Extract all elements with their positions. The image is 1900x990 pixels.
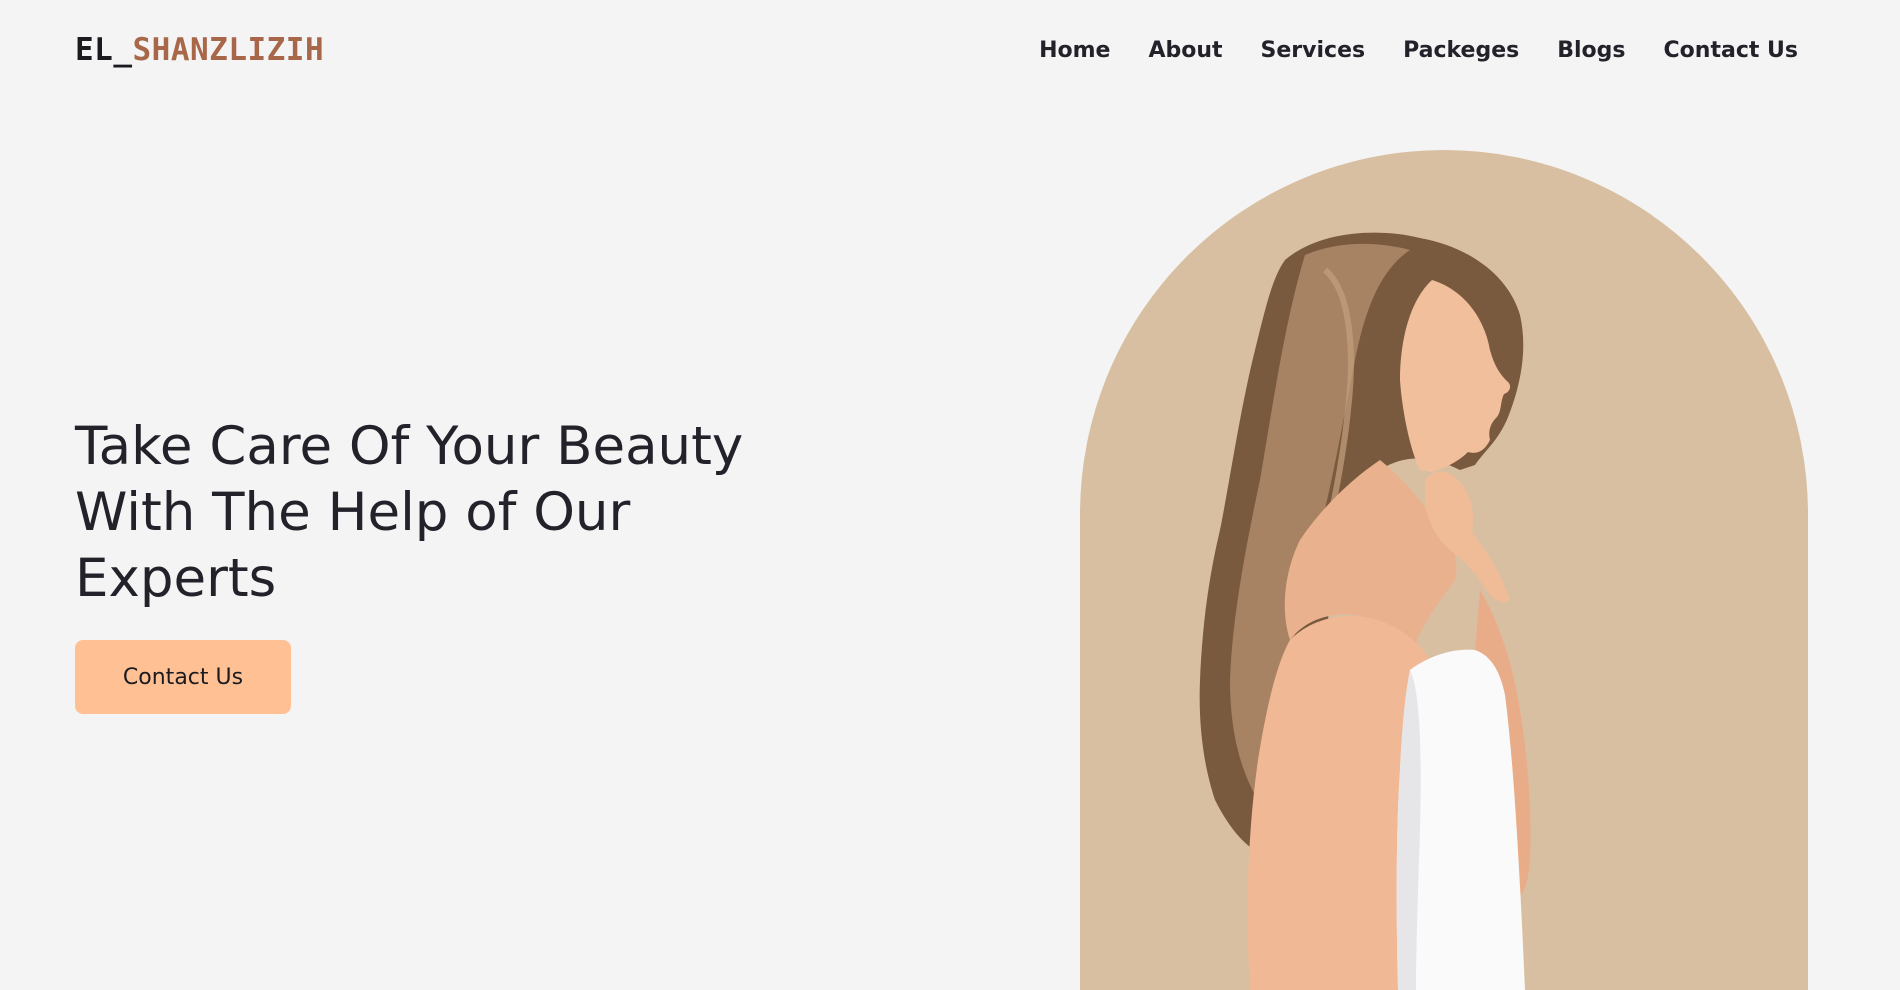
hero-title-line: Take Care Of Your Beauty [75, 416, 744, 477]
nav-blogs[interactable]: Blogs [1557, 34, 1625, 68]
nav-packages[interactable]: Packeges [1403, 34, 1519, 68]
hero-title: Take Care Of Your Beauty With The Help o… [75, 414, 795, 612]
nav-services[interactable]: Services [1261, 34, 1366, 68]
logo-prefix: EL_ [75, 32, 133, 68]
hero-title-line: With The Help of Our [75, 482, 631, 543]
contact-us-button[interactable]: Contact Us [75, 640, 291, 714]
nav-home[interactable]: Home [1039, 34, 1110, 68]
main-nav: Home About Services Packeges Blogs Conta… [1001, 34, 1798, 68]
logo-name: SHANZLIZIH [132, 32, 325, 68]
woman-portrait-image [1199, 232, 1531, 990]
nav-contact-us[interactable]: Contact Us [1664, 34, 1798, 68]
site-logo[interactable]: EL_SHANZLIZIH [75, 30, 324, 70]
hero-image-arch [1080, 150, 1808, 990]
nav-about[interactable]: About [1148, 34, 1222, 68]
hero-title-line: Experts [75, 548, 277, 609]
